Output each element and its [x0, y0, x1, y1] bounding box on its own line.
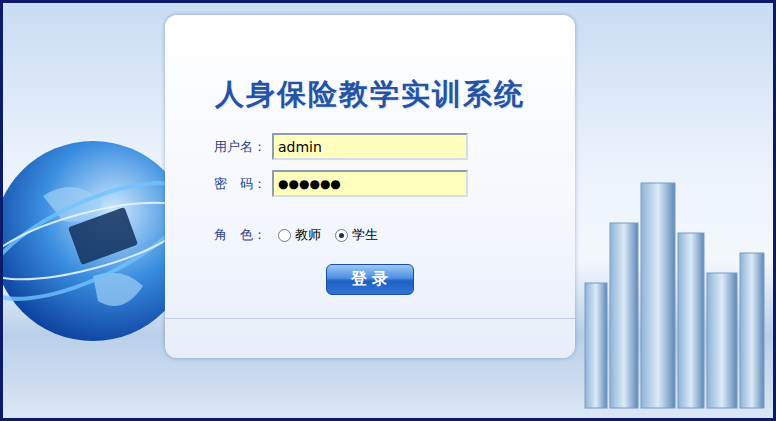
- role-options: 教师学生: [272, 226, 468, 244]
- login-card: 人身保险教学实训系统用户名：密 码：角 色：教师学生登 录: [165, 15, 575, 358]
- field-label: 用户名：: [214, 138, 272, 156]
- radio-icon[interactable]: [335, 229, 348, 242]
- radio-icon[interactable]: [278, 229, 291, 242]
- system-title: 人身保险教学实训系统: [215, 77, 525, 112]
- login-screen: 人身保险教学实训系统用户名：密 码：角 色：教师学生登 录: [0, 0, 776, 421]
- divider: [165, 318, 575, 319]
- login-form: 用户名：密 码：角 色：教师学生: [165, 133, 575, 244]
- form-row: 用户名：: [165, 133, 575, 160]
- globe-icon: [3, 46, 165, 376]
- buildings-icon: [575, 73, 770, 418]
- role-option[interactable]: 教师: [278, 226, 321, 244]
- password-input[interactable]: [272, 170, 468, 197]
- form-row: 密 码：: [165, 170, 575, 197]
- login-button[interactable]: 登 录: [326, 264, 414, 295]
- field-label: 密 码：: [214, 175, 272, 193]
- username-input[interactable]: [272, 133, 468, 160]
- globe-art: [3, 3, 165, 418]
- buildings-art: [575, 3, 773, 418]
- role-row: 角 色：教师学生: [165, 226, 575, 244]
- field-label: 角 色：: [214, 226, 272, 244]
- role-option[interactable]: 学生: [335, 226, 378, 244]
